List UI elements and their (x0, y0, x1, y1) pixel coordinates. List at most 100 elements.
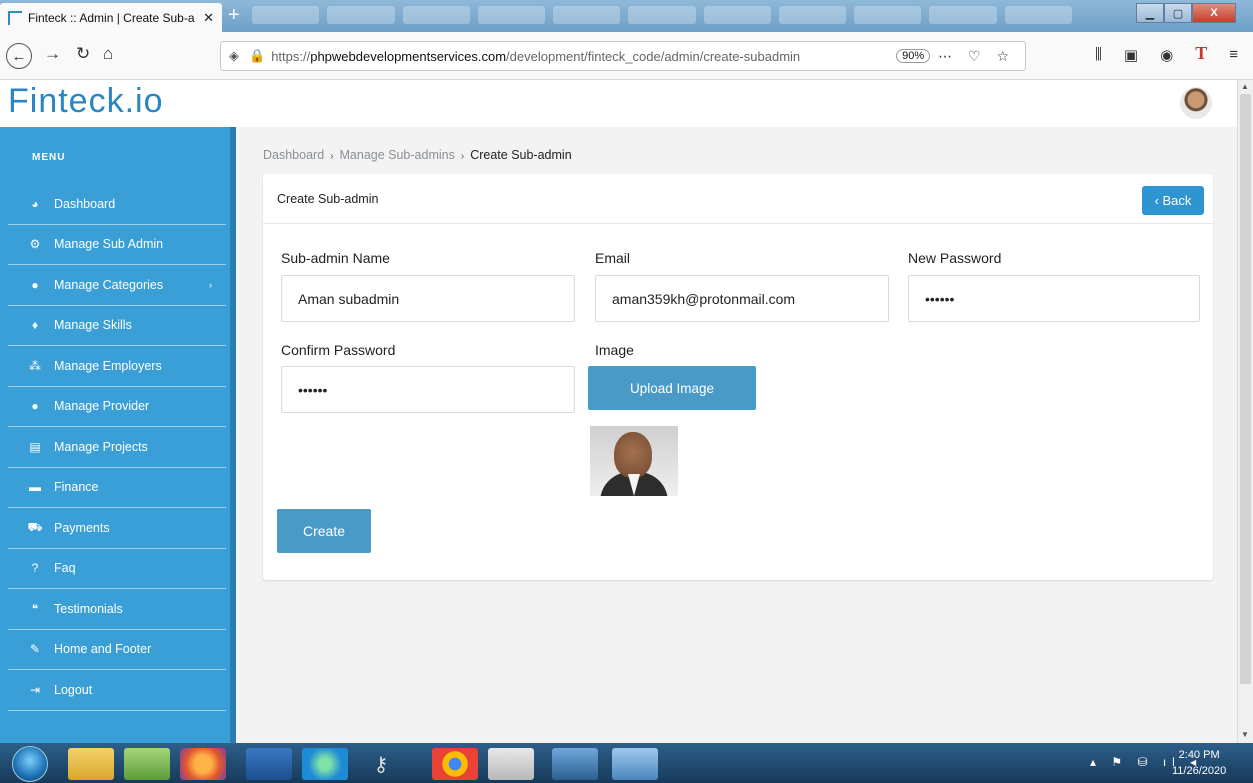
clock-time: 2:40 PM (1178, 749, 1220, 761)
sidebar-item-manage-sub-admin[interactable]: ⚙ Manage Sub Admin (8, 225, 226, 265)
home-icon[interactable]: ⌂ (103, 44, 113, 64)
breadcrumb-link-manage-sub-admins[interactable]: Manage Sub-admins (340, 148, 455, 162)
sidebar-item-label: Manage Employers (54, 358, 162, 373)
background-tab[interactable] (929, 6, 997, 24)
question-icon: ? (31, 561, 39, 576)
user-icon: ● (31, 399, 39, 414)
new-password-label: New Password (908, 250, 1002, 266)
background-tab[interactable] (327, 6, 395, 24)
background-tabs (252, 6, 1072, 26)
sticky-notes-icon[interactable] (612, 748, 658, 780)
background-tab[interactable] (252, 6, 320, 24)
upload-image-button[interactable]: Upload Image (588, 366, 756, 410)
browser-tab-active[interactable]: Finteck :: Admin | Create Sub-a ✕ (0, 3, 222, 32)
user-icon: ● (31, 277, 39, 292)
new-tab-icon[interactable]: + (228, 4, 240, 27)
page-actions-icon[interactable]: ⋯ ♡ ☆ (938, 48, 1015, 65)
user-avatar[interactable] (1180, 87, 1212, 119)
notepad-icon[interactable] (124, 748, 170, 780)
sidebar-item-label: Manage Provider (54, 399, 150, 414)
background-tab[interactable] (778, 6, 847, 24)
confirm-password-input[interactable] (281, 366, 575, 413)
sidebar-item-label: Logout (54, 682, 93, 697)
sidebar-item-payments[interactable]: ⛟ Payments (8, 508, 226, 549)
reload-icon[interactable]: ↻ (76, 44, 90, 64)
extension-t-icon[interactable]: T (1195, 43, 1207, 64)
sidebar-icon[interactable]: ▣ (1124, 46, 1138, 64)
account-icon[interactable]: ◉ (1160, 46, 1173, 64)
minimize-icon[interactable]: ▁ (1136, 3, 1164, 23)
sidebar-item-faq[interactable]: ? Faq (8, 549, 226, 589)
sidebar-item-dashboard[interactable]: ◕ Dashboard (8, 184, 226, 225)
breadcrumb-link-dashboard[interactable]: Dashboard (263, 148, 324, 162)
sidebar-item-logout[interactable]: ⇥ Logout (8, 670, 226, 711)
background-tab[interactable] (1004, 6, 1072, 24)
background-tab[interactable] (703, 6, 771, 24)
browser-forward-icon[interactable]: → (44, 44, 61, 64)
browser-back-icon[interactable]: ← (6, 43, 32, 69)
file-explorer-icon[interactable] (68, 748, 114, 780)
outlook-icon[interactable] (246, 748, 292, 780)
sidebar-item-label: Manage Categories (54, 277, 164, 292)
sidebar-item-home-and-footer[interactable]: ✎ Home and Footer (8, 630, 226, 670)
sidebar: MENU ◕ Dashboard ⚙ Manage Sub Admin ● Manag… (0, 127, 236, 743)
back-button-label: Back (1162, 193, 1192, 208)
create-button[interactable]: Create (277, 509, 371, 553)
users-icon: ⁂ (29, 358, 41, 373)
page-scrollbar[interactable]: ▲ ▼ (1237, 80, 1253, 743)
tracking-shield-icon[interactable]: ◈ (229, 48, 239, 64)
finteck-favicon-icon (8, 10, 22, 25)
scroll-down-icon[interactable]: ▼ (1241, 730, 1249, 739)
windows-taskbar: ⚷ ▴ ⚑ ⛁ ıl ◂ 2:40 PM 11/26/2020 (0, 743, 1253, 783)
chrome-icon[interactable] (432, 748, 478, 780)
browser-toolbar-icons: ⫼ ▣ ◉ T ≡ (1095, 43, 1238, 64)
hamburger-menu-icon[interactable]: ≡ (1229, 46, 1238, 64)
sidebar-item-manage-employers[interactable]: ⁂ Manage Employers (8, 346, 226, 387)
sidebar-item-manage-provider[interactable]: ● Manage Provider (8, 387, 226, 427)
subadmin-name-input[interactable] (281, 275, 575, 322)
start-button[interactable] (12, 746, 48, 782)
tab-close-icon[interactable]: ✕ (203, 10, 214, 26)
email-input[interactable] (595, 275, 889, 322)
zoom-level[interactable]: 90% (896, 49, 931, 63)
taskbar-clock[interactable]: 2:40 PM 11/26/2020 (1172, 747, 1226, 779)
quote-icon: ❝ (31, 601, 39, 616)
sidebar-menu: ◕ Dashboard ⚙ Manage Sub Admin ● Manage Cat… (0, 184, 230, 711)
sidebar-item-label: Home and Footer (54, 642, 152, 657)
scroll-up-icon[interactable]: ▲ (1241, 82, 1249, 91)
url-prefix: https:// (271, 48, 311, 64)
address-bar[interactable]: ◈ 🔒 https://phpwebdevelopmentservices.co… (220, 41, 1026, 71)
pencil-icon: ✎ (29, 642, 41, 657)
sidebar-item-manage-projects[interactable]: ▤ Manage Projects (8, 427, 226, 468)
sidebar-item-manage-skills[interactable]: ♦ Manage Skills (8, 306, 226, 346)
credit-card-icon: ▬ (29, 480, 41, 495)
card-title: Create Sub-admin (277, 192, 379, 206)
background-tab[interactable] (402, 6, 470, 24)
url-text[interactable]: https://phpwebdevelopmentservices.com/de… (271, 49, 896, 64)
sidebar-item-manage-categories[interactable]: ● Manage Categories › (8, 265, 226, 306)
sign-out-icon: ⇥ (29, 682, 41, 697)
uploaded-image-preview (590, 426, 678, 496)
back-button[interactable]: ‹ Back (1142, 186, 1204, 215)
sidebar-item-finance[interactable]: ▬ Finance (8, 468, 226, 508)
lock-icon[interactable]: 🔒 (249, 48, 265, 64)
background-tab[interactable] (628, 6, 696, 24)
background-tab[interactable] (854, 6, 922, 24)
paint-icon[interactable] (488, 748, 534, 780)
finteck-logo[interactable]: Finteck.io (8, 82, 164, 121)
firefox-icon[interactable] (180, 748, 226, 780)
background-tab[interactable] (477, 6, 546, 24)
sidebar-item-testimonials[interactable]: ❝ Testimonials (8, 589, 226, 630)
new-password-input[interactable] (908, 275, 1200, 322)
app-header: Finteck.io (0, 80, 1237, 127)
remote-desktop-icon[interactable] (552, 748, 598, 780)
breadcrumb-chevron-icon: › (330, 151, 334, 162)
scrollbar-thumb[interactable] (1240, 94, 1251, 684)
background-tab[interactable] (553, 6, 621, 24)
window-close-icon[interactable]: X (1192, 3, 1236, 23)
maximize-icon[interactable]: ▢ (1164, 3, 1192, 23)
keys-icon[interactable]: ⚷ (358, 748, 404, 780)
sidebar-item-label: Dashboard (54, 196, 116, 211)
edge-icon[interactable] (302, 748, 348, 780)
library-icon[interactable]: ⫼ (1095, 46, 1102, 64)
